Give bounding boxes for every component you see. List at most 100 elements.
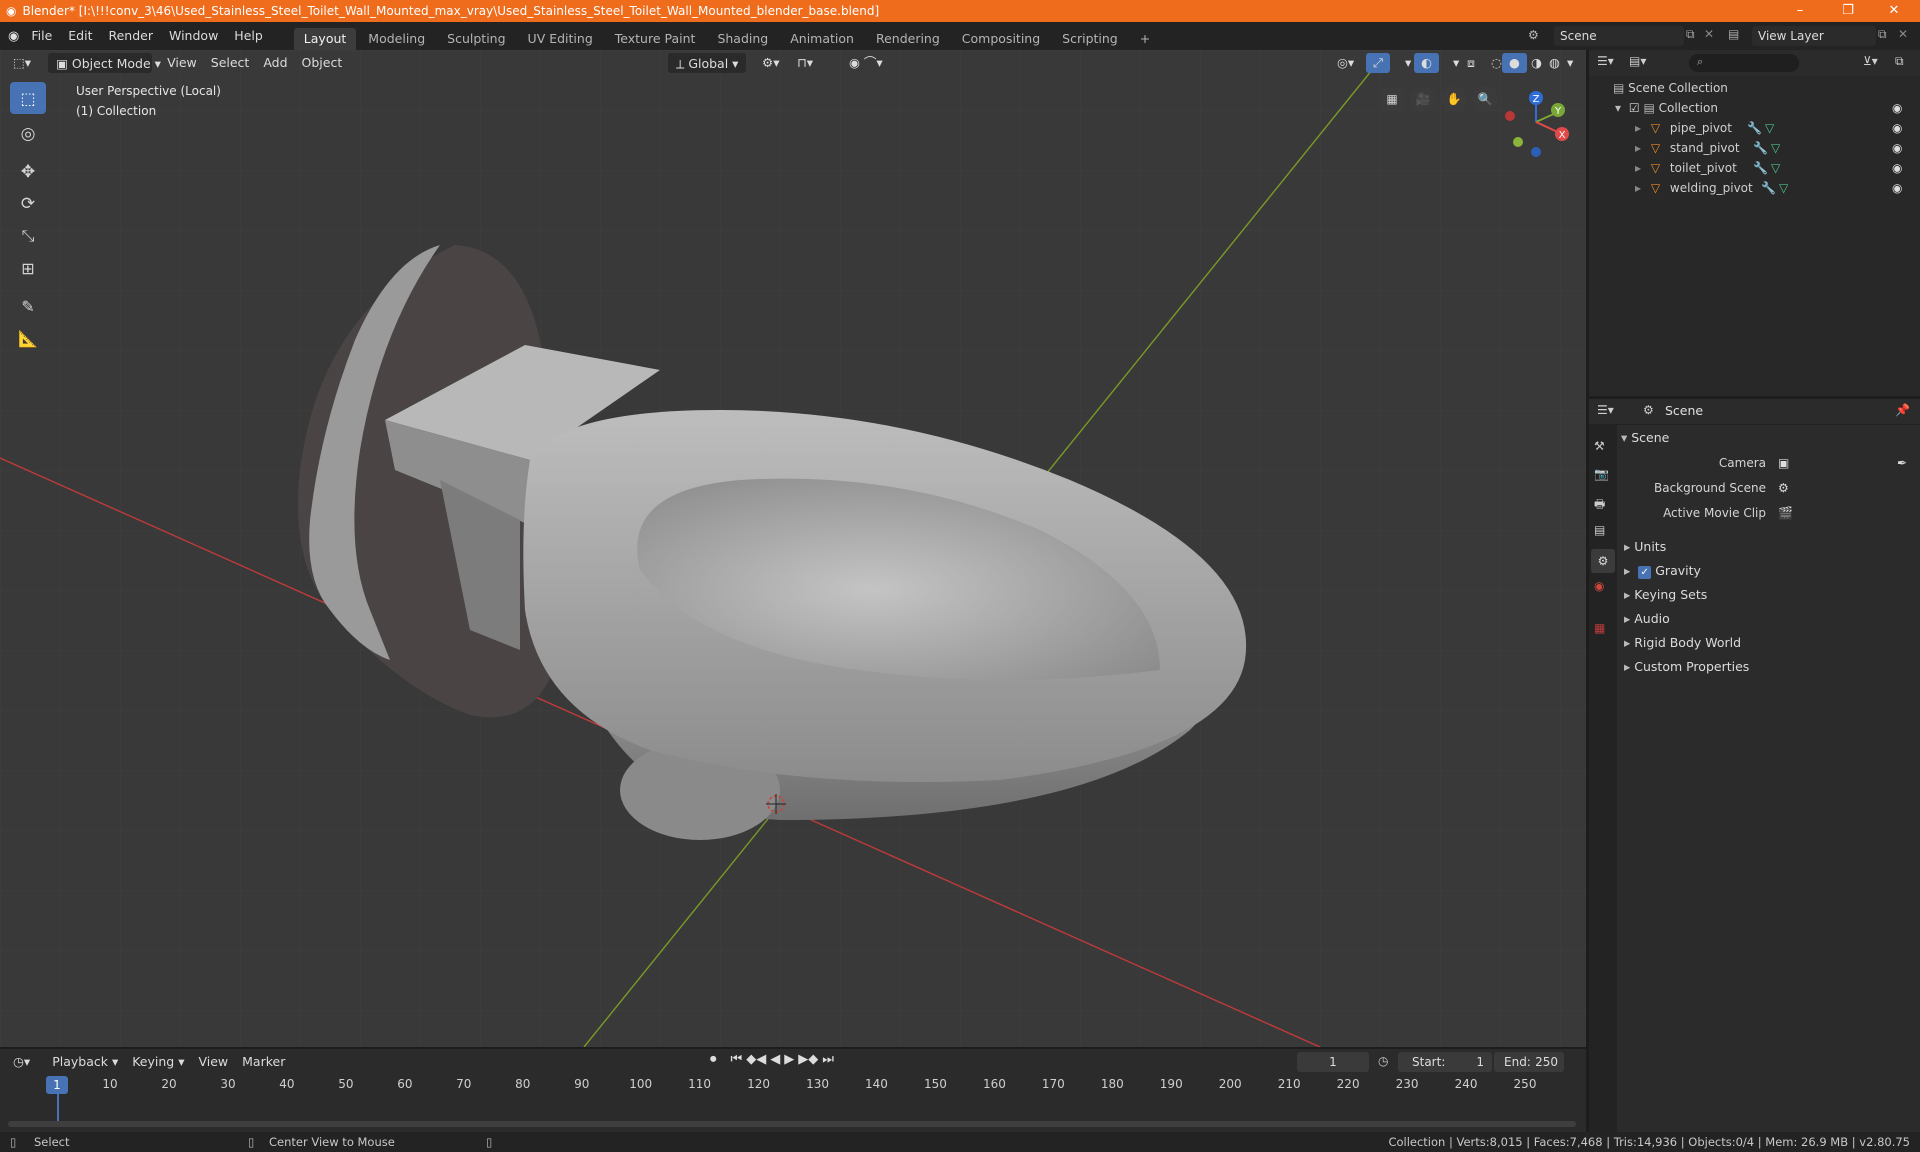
properties-editor-icon[interactable]: ☰▾ (1597, 403, 1614, 417)
tab-texture-paint[interactable]: Texture Paint (605, 28, 706, 50)
tree-collection[interactable]: ▾ ☑ ▤ Collection ◉ (1589, 98, 1920, 118)
annotate-tool-icon[interactable]: ✎ (10, 290, 46, 322)
view-layer-tab-icon[interactable]: ▤ (1594, 523, 1605, 537)
xray-icon[interactable]: ⧈ (1460, 53, 1482, 73)
rotate-tool-icon[interactable]: ⟳ (10, 188, 46, 220)
gizmo-neg-z-icon[interactable] (1531, 147, 1541, 157)
visibility-icon[interactable]: ◎▾ (1330, 53, 1361, 73)
menu-view[interactable]: View (160, 53, 204, 73)
jump-end-icon[interactable]: ⏭ (822, 1052, 834, 1067)
tab-layout[interactable]: Layout (293, 28, 357, 50)
playhead-frame-indicator[interactable]: 1 (46, 1076, 68, 1094)
eyedropper-icon[interactable]: ✒ (1897, 453, 1907, 473)
frame-ruler[interactable]: 1102030405060708090100110120130140150160… (0, 1077, 1586, 1095)
editor-type-icon[interactable]: ⬚▾ (6, 53, 38, 73)
measure-tool-icon[interactable]: 📐 (10, 322, 46, 354)
prev-keyframe-icon[interactable]: ◆◀ (746, 1052, 766, 1067)
tree-object-row[interactable]: ▸ ▽ stand_pivot 🔧 ▽ ◉ (1589, 138, 1920, 158)
timeline-scrollbar[interactable] (8, 1121, 1576, 1127)
gizmo-neg-y-icon[interactable] (1513, 137, 1523, 147)
cursor-tool-icon[interactable]: ◎ (10, 118, 46, 150)
gravity-panel-header[interactable]: ▸ ✓ Gravity (1624, 560, 1914, 582)
chevron-right-icon[interactable]: ▸ (1635, 121, 1641, 135)
menu-render[interactable]: Render (100, 22, 161, 50)
tree-object-row[interactable]: ▸ ▽ pipe_pivot 🔧 ▽ ◉ (1589, 118, 1920, 138)
select-box-tool-icon[interactable]: ⬚ (10, 82, 46, 114)
delete-view-layer-icon[interactable]: ✕ (1898, 27, 1908, 41)
move-tool-icon[interactable]: ✥ (10, 156, 46, 188)
display-mode-icon[interactable]: ▤▾ (1629, 54, 1646, 68)
toggle-grid-icon[interactable]: ▦ (1379, 86, 1405, 112)
delete-scene-icon[interactable]: ✕ (1704, 27, 1714, 41)
playback-menu[interactable]: Playback ▾ (45, 1052, 125, 1072)
new-scene-icon[interactable]: ⧉ (1686, 27, 1695, 42)
render-tab-icon[interactable]: 📷 (1594, 467, 1609, 481)
timeline-editor-icon[interactable]: ◷▾ (6, 1052, 37, 1072)
filter-icon[interactable]: ⊻▾ (1863, 54, 1878, 68)
pivot-icon[interactable]: ⚙▾ (755, 53, 786, 73)
tool-tab-icon[interactable]: ⚒ (1594, 439, 1605, 453)
preview-range-icon[interactable]: ◷ (1378, 1054, 1388, 1068)
tab-shading[interactable]: Shading (707, 28, 778, 50)
gizmo-toggle-icon[interactable]: ⤢ (1366, 53, 1391, 73)
menu-file[interactable]: File (23, 22, 60, 50)
tree-scene-collection[interactable]: ▤ Scene Collection (1589, 78, 1920, 98)
eye-icon[interactable]: ◉ (1892, 178, 1906, 195)
scale-tool-icon[interactable]: ⤡ (10, 220, 46, 252)
blender-menu-icon[interactable]: ◉ (8, 29, 19, 44)
camera-view-icon[interactable]: 🎥 (1410, 86, 1436, 112)
minimize-button[interactable]: – (1780, 0, 1820, 22)
tree-object-row[interactable]: ▸ ▽ toilet_pivot 🔧 ▽ ◉ (1589, 158, 1920, 178)
gizmo-neg-x-icon[interactable] (1505, 111, 1515, 121)
timeline-view-menu[interactable]: View (191, 1052, 235, 1072)
view-layer-selector[interactable]: View Layer (1752, 26, 1876, 46)
transform-tool-icon[interactable]: ⊞ (10, 252, 46, 284)
navigation-gizmo[interactable]: Z Y X (1496, 86, 1576, 162)
tab-uv-editing[interactable]: UV Editing (518, 28, 603, 50)
snap-icon[interactable]: ⊓▾ (790, 53, 820, 73)
new-collection-icon[interactable]: ⧉ (1895, 54, 1904, 69)
tab-modeling[interactable]: Modeling (358, 28, 435, 50)
rigid-body-world-panel-header[interactable]: ▸ Rigid Body World (1624, 632, 1914, 654)
overlay-toggle-icon[interactable]: ◐ (1414, 53, 1439, 73)
menu-add[interactable]: Add (256, 53, 294, 73)
next-keyframe-icon[interactable]: ▶◆ (798, 1052, 818, 1067)
zoom-icon[interactable]: 🔍 (1472, 86, 1498, 112)
new-view-layer-icon[interactable]: ⧉ (1878, 27, 1887, 42)
audio-panel-header[interactable]: ▸ Audio (1624, 608, 1914, 630)
menu-window[interactable]: Window (161, 22, 226, 50)
texture-tab-icon[interactable]: ▦ (1594, 621, 1605, 635)
chevron-right-icon[interactable]: ▸ (1635, 141, 1641, 155)
tab-compositing[interactable]: Compositing (952, 28, 1050, 50)
gravity-checkbox[interactable]: ✓ (1638, 566, 1652, 579)
eye-icon[interactable]: ◉ (1892, 158, 1906, 175)
keying-menu[interactable]: Keying ▾ (125, 1052, 191, 1072)
chevron-down-icon[interactable]: ▾ (1615, 101, 1621, 115)
tab-rendering[interactable]: Rendering (866, 28, 950, 50)
keying-sets-panel-header[interactable]: ▸ Keying Sets (1624, 584, 1914, 606)
eye-icon[interactable]: ◉ (1892, 98, 1906, 115)
current-frame-field[interactable]: 1 (1297, 1052, 1369, 1072)
camera-field[interactable]: ▣ ✒ (1772, 453, 1912, 473)
record-icon[interactable]: ⏺ (710, 1052, 717, 1067)
background-scene-field[interactable]: ⚙ (1772, 478, 1912, 498)
world-tab-icon[interactable]: ◉ (1594, 579, 1604, 593)
play-reverse-icon[interactable]: ◀ (770, 1052, 780, 1067)
jump-start-icon[interactable]: ⏮ (731, 1052, 743, 1067)
end-frame-field[interactable]: End: 250 (1494, 1052, 1564, 1072)
proportional-edit-icon[interactable]: ◉ ⌒▾ (842, 53, 890, 73)
3d-viewport[interactable] (0, 50, 1586, 1047)
units-panel-header[interactable]: ▸ Units (1624, 536, 1914, 558)
marker-menu[interactable]: Marker (235, 1052, 292, 1072)
maximize-button[interactable]: ❐ (1828, 0, 1868, 22)
tab-scripting[interactable]: Scripting (1052, 28, 1128, 50)
close-button[interactable]: ✕ (1874, 0, 1914, 22)
checkbox-icon[interactable]: ☑ (1629, 101, 1640, 115)
tree-object-row[interactable]: ▸ ▽ welding_pivot 🔧 ▽ ◉ (1589, 178, 1920, 198)
add-workspace-button[interactable]: + (1130, 28, 1160, 50)
eye-icon[interactable]: ◉ (1892, 138, 1906, 155)
chevron-right-icon[interactable]: ▸ (1635, 161, 1641, 175)
chevron-right-icon[interactable]: ▸ (1635, 181, 1641, 195)
tab-sculpting[interactable]: Sculpting (437, 28, 515, 50)
scene-selector[interactable]: Scene (1554, 26, 1684, 46)
